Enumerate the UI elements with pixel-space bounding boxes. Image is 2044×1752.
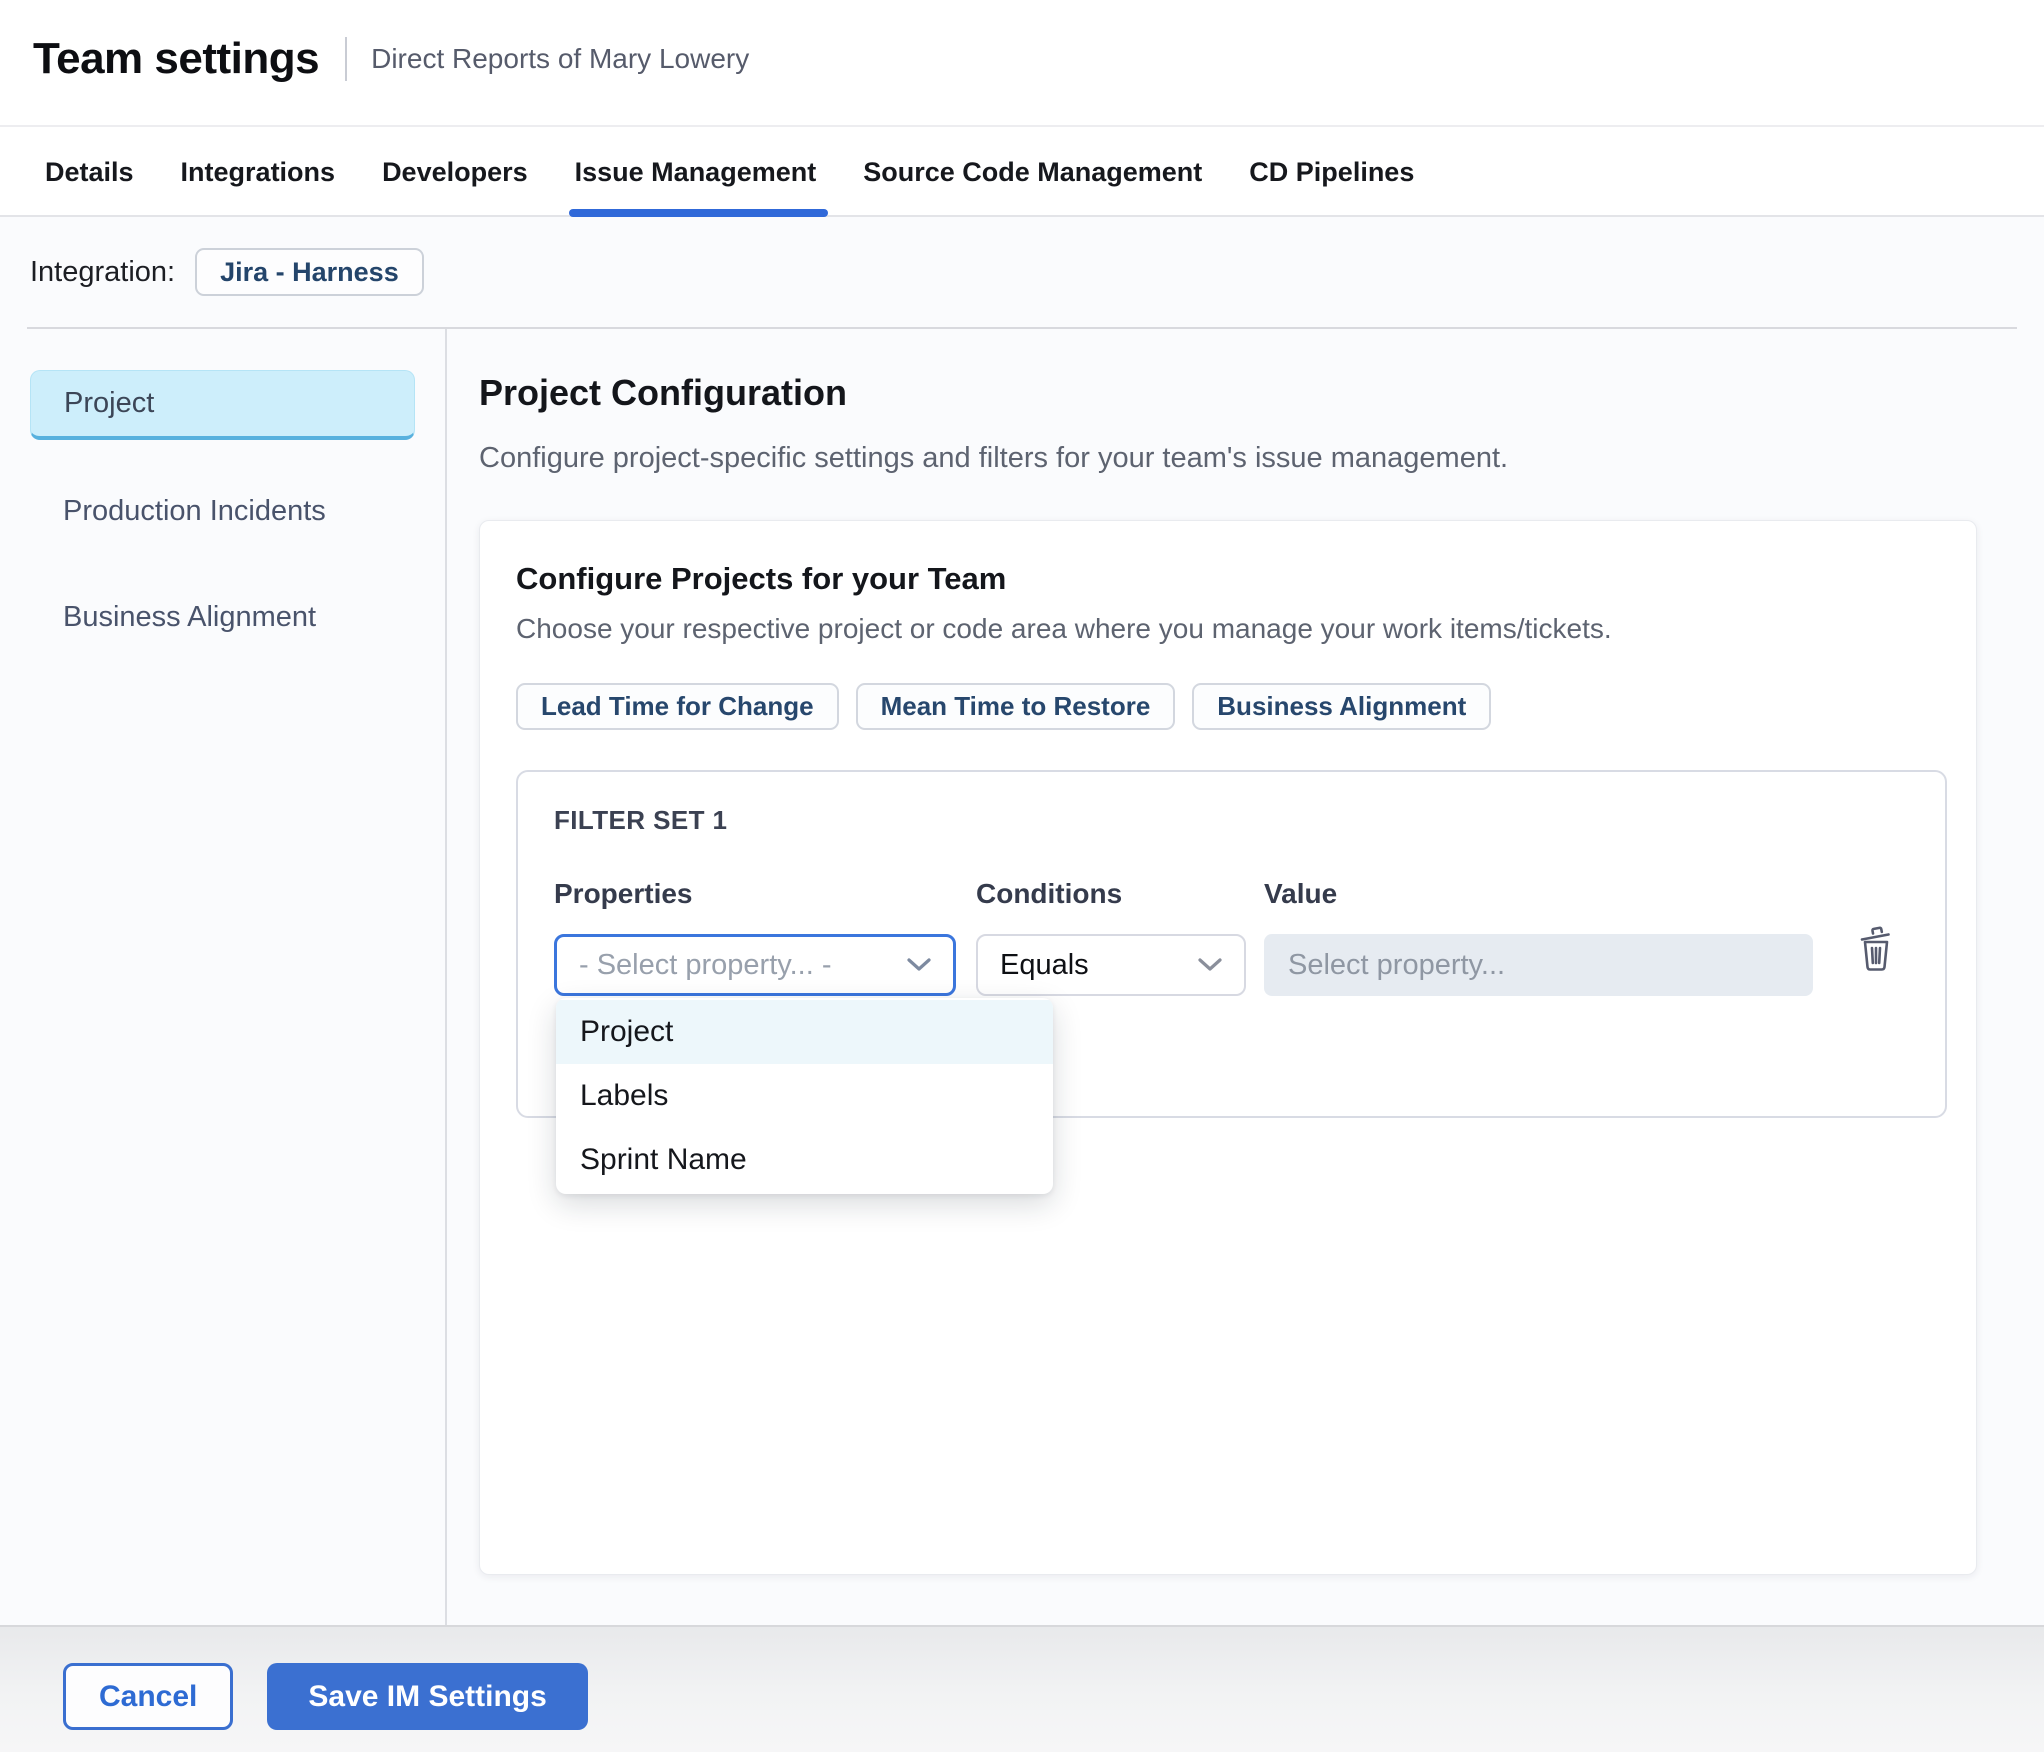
page-subtitle: Direct Reports of Mary Lowery — [371, 43, 750, 74]
chevron-down-icon — [907, 958, 931, 971]
column-label-value: Value — [1264, 878, 1338, 909]
dropdown-option-project[interactable]: Project — [556, 1000, 1053, 1064]
property-dropdown: Project Labels Sprint Name — [556, 998, 1053, 1194]
card-subtitle: Choose your respective project or code a… — [516, 613, 1612, 644]
chevron-down-icon — [1198, 958, 1222, 971]
section-title: Project Configuration — [479, 372, 847, 413]
content-area: Project Production Incidents Business Al… — [0, 329, 2044, 1625]
tab-source-code-management[interactable]: Source Code Management — [863, 127, 1202, 215]
cancel-button[interactable]: Cancel — [63, 1663, 234, 1730]
card-title: Configure Projects for your Team — [516, 561, 1007, 596]
property-select-value: - Select property... - — [579, 948, 832, 981]
sidebar-item-project[interactable]: Project — [30, 370, 415, 440]
condition-select[interactable]: Equals — [976, 934, 1246, 996]
tab-issue-management[interactable]: Issue Management — [568, 127, 828, 217]
footer-action-bar: Cancel Save IM Settings — [0, 1625, 2044, 1752]
integration-chip[interactable]: Jira - Harness — [195, 248, 424, 296]
sidebar-item-production-incidents[interactable]: Production Incidents — [30, 476, 415, 546]
filter-set-1: FILTER SET 1 Properties - Select propert… — [516, 770, 1947, 1194]
integration-label: Integration: — [30, 256, 176, 288]
chip-business-alignment[interactable]: Business Alignment — [1192, 683, 1492, 730]
chip-mean-time-to-restore[interactable]: Mean Time to Restore — [855, 683, 1176, 730]
sidebar: Project Production Incidents Business Al… — [0, 329, 447, 1625]
sidebar-item-business-alignment[interactable]: Business Alignment — [30, 582, 415, 652]
column-label-properties: Properties — [554, 878, 693, 909]
tab-bar: Details Integrations Developers Issue Ma… — [0, 127, 2044, 217]
metric-chip-row: Lead Time for Change Mean Time to Restor… — [516, 683, 1940, 730]
tab-developers[interactable]: Developers — [382, 127, 528, 215]
chip-lead-time-for-change[interactable]: Lead Time for Change — [516, 683, 839, 730]
delete-filter-button[interactable] — [1857, 926, 1895, 975]
condition-select-value: Equals — [1000, 948, 1089, 981]
tab-cd-pipelines[interactable]: CD Pipelines — [1249, 127, 1414, 215]
property-select[interactable]: - Select property... - — [554, 934, 956, 996]
team-settings-page: Team settings Direct Reports of Mary Low… — [0, 0, 2044, 1752]
filter-set-title: FILTER SET 1 — [554, 805, 728, 835]
value-input[interactable] — [1264, 934, 1813, 996]
tab-details[interactable]: Details — [45, 127, 134, 215]
page-header: Team settings Direct Reports of Mary Low… — [0, 0, 2044, 127]
tab-integrations[interactable]: Integrations — [181, 127, 336, 215]
title-divider — [345, 37, 348, 81]
dropdown-option-labels[interactable]: Labels — [556, 1064, 1053, 1128]
dropdown-option-sprint-name[interactable]: Sprint Name — [556, 1128, 1053, 1192]
trash-icon — [1860, 926, 1890, 971]
save-im-settings-button[interactable]: Save IM Settings — [267, 1663, 588, 1730]
page-title: Team settings — [33, 34, 320, 83]
integration-row: Integration: Jira - Harness — [0, 217, 2044, 327]
column-label-conditions: Conditions — [976, 878, 1123, 909]
section-description: Configure project-specific settings and … — [479, 442, 1509, 474]
main-panel: Project Configuration Configure project-… — [447, 329, 2044, 1625]
configure-projects-card: Configure Projects for your Team Choose … — [479, 520, 1977, 1575]
